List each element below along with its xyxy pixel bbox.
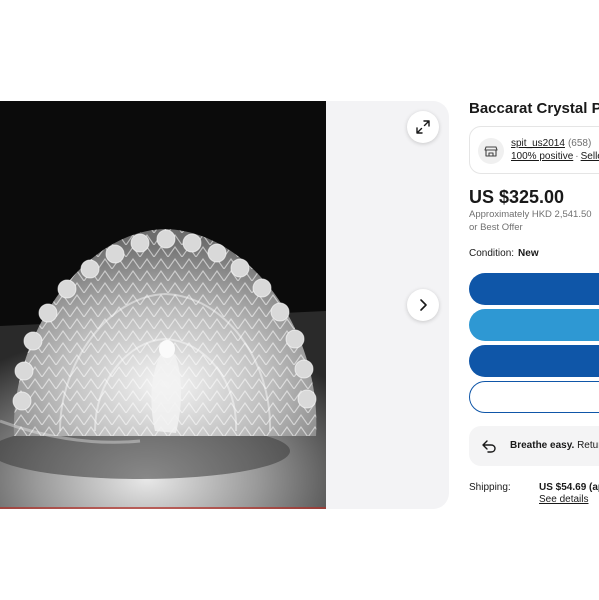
next-image-button[interactable] xyxy=(407,289,439,321)
store-icon xyxy=(484,146,498,157)
returns-rest: Return xyxy=(577,440,599,451)
peacock-figurine-image xyxy=(0,101,326,509)
make-offer-button[interactable] xyxy=(469,345,599,377)
price: US $325.00 xyxy=(469,187,565,207)
chevron-right-icon xyxy=(420,299,427,311)
product-image[interactable] xyxy=(0,101,326,509)
seller-feedback-row: 100% positive·Selle xyxy=(511,151,599,162)
shipping-label: Shipping: xyxy=(469,482,511,493)
condition-value: New xyxy=(518,248,539,259)
seller-positive-link[interactable]: 100% positive xyxy=(511,151,573,162)
buy-it-now-button[interactable] xyxy=(469,273,599,305)
listing-title: Baccarat Crystal P xyxy=(469,100,599,117)
seller-other-items-link[interactable]: Selle xyxy=(581,151,599,162)
seller-feedback-count: (658) xyxy=(567,138,592,149)
shipping-value: US $54.69 (ap xyxy=(539,482,599,493)
seller-name-row: spit_us2014 (658) xyxy=(511,138,591,149)
best-offer-text: or Best Offer xyxy=(469,222,523,233)
add-to-cart-button[interactable] xyxy=(469,309,599,341)
image-gallery xyxy=(0,101,449,509)
listing-page: Baccarat Crystal P spit_us2014 (658) 100%… xyxy=(0,0,599,600)
store-avatar[interactable] xyxy=(478,138,504,164)
add-to-watchlist-button[interactable] xyxy=(469,381,599,413)
separator-dot: · xyxy=(575,151,579,162)
see-details-link[interactable]: See details xyxy=(539,494,588,505)
expand-diagonal-icon xyxy=(416,120,430,134)
image-border xyxy=(0,507,326,509)
returns-text: Breathe easy. Return xyxy=(510,440,599,451)
returns-card[interactable]: Breathe easy. Return xyxy=(469,426,599,466)
approx-price: Approximately HKD 2,541.50 xyxy=(469,209,592,220)
seller-username-link[interactable]: spit_us2014 xyxy=(511,138,565,149)
expand-image-button[interactable] xyxy=(407,111,439,143)
returns-bold: Breathe easy. xyxy=(510,440,575,451)
condition-row: Condition: New xyxy=(469,248,539,259)
seller-card: spit_us2014(658) 100% positive·Selle xyxy=(469,126,599,174)
approx-amount: HKD 2,541.50 xyxy=(531,209,592,220)
return-arrow-icon xyxy=(482,440,496,453)
condition-label: Condition: xyxy=(469,248,515,259)
approx-prefix: Approximately xyxy=(469,209,530,220)
